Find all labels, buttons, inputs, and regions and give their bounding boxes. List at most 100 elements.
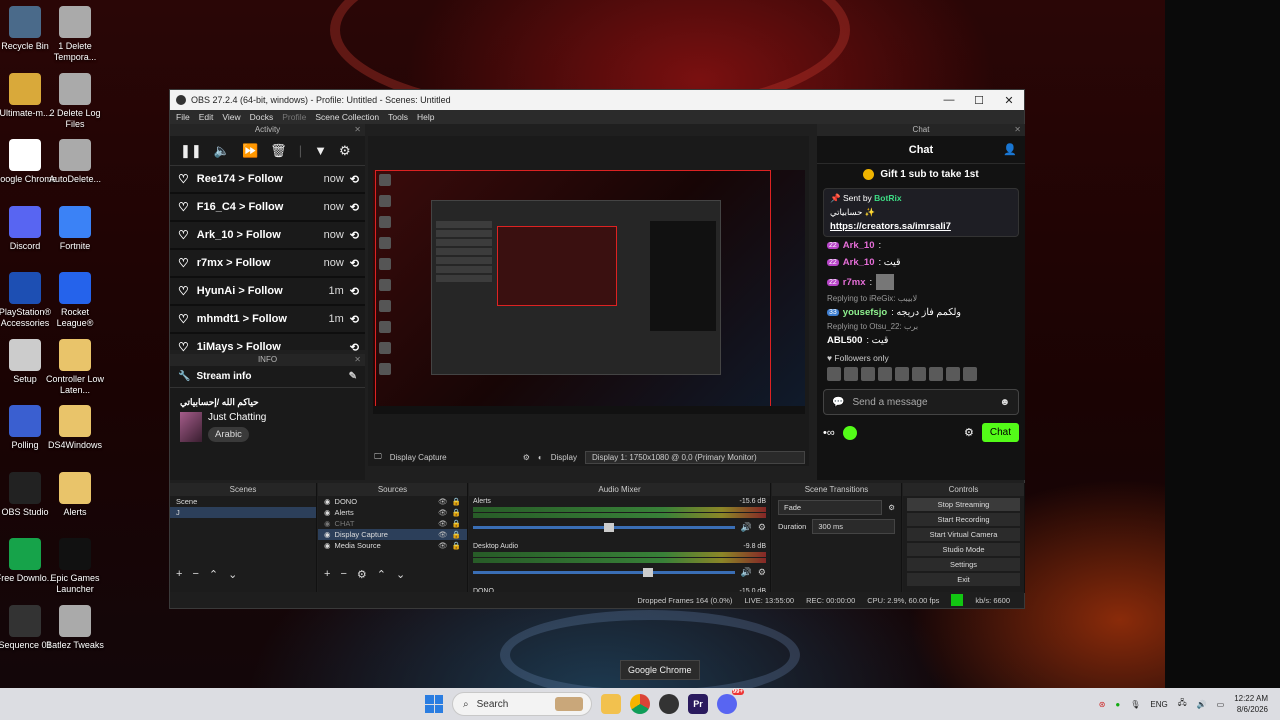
source-item[interactable]: ◉ Alerts 👁 🔒 — [318, 507, 467, 518]
tray-status-icon[interactable]: ● — [1115, 700, 1120, 709]
desktop-icon[interactable]: Rocket League® — [43, 272, 107, 329]
track-gear-icon[interactable]: ⚙ — [758, 522, 766, 533]
track-gear-icon[interactable]: ⚙ — [758, 567, 766, 578]
lock-icon[interactable]: 🔒 — [452, 530, 461, 539]
minimize-button[interactable]: — — [934, 94, 964, 107]
clock[interactable]: 12:22 AM 8/6/2026 — [1234, 693, 1268, 715]
volume-knob[interactable] — [603, 523, 614, 532]
move-up-icon[interactable]: ⌃ — [377, 568, 386, 581]
skip-icon[interactable]: ⏩ — [242, 143, 258, 159]
speaker-icon[interactable]: 🔊 — [1197, 700, 1207, 709]
menu-scene-collection[interactable]: Scene Collection — [315, 112, 379, 122]
activity-item[interactable]: ♡ r7mx > Follow now ⟲ — [170, 250, 365, 278]
maximize-button[interactable]: ☐ — [964, 94, 994, 107]
gear-icon[interactable]: ⚙ — [339, 143, 351, 159]
move-down-icon[interactable]: ⌄ — [228, 568, 237, 581]
exit-button[interactable]: Exit — [907, 573, 1020, 586]
activity-item[interactable]: ♡ HyunAi > Follow 1m ⟲ — [170, 278, 365, 306]
volume-knob[interactable] — [643, 568, 654, 577]
premiere-icon[interactable]: Pr — [688, 694, 708, 714]
visibility-eye-icon[interactable]: 👁 — [438, 497, 448, 506]
visibility-eye-icon[interactable]: 👁 — [438, 530, 448, 539]
source-item[interactable]: ◉ Media Source 👁 🔒 — [318, 540, 467, 551]
menu-view[interactable]: View — [222, 112, 240, 122]
dock-close-icon[interactable]: ✕ — [1014, 124, 1021, 136]
desktop-icon[interactable]: 1 Delete Tempora... — [43, 6, 107, 63]
close-button[interactable]: ✕ — [994, 94, 1024, 107]
duration-input[interactable]: 300 ms — [812, 519, 895, 534]
activity-item[interactable]: ♡ Ark_10 > Follow now ⟲ — [170, 222, 365, 250]
replay-icon[interactable]: ⟲ — [350, 341, 359, 354]
network-icon[interactable]: 🖧 — [1178, 697, 1187, 711]
emote-bar[interactable] — [817, 367, 1025, 381]
lock-icon[interactable]: 🔒 — [452, 508, 461, 517]
replay-icon[interactable]: ⟲ — [350, 173, 359, 186]
lock-icon[interactable]: 🔒 — [452, 541, 461, 550]
send-chat-button[interactable]: Chat — [981, 423, 1019, 442]
speaker-icon[interactable]: 🔊 — [741, 567, 752, 578]
speaker-icon[interactable]: 🔊 — [741, 522, 752, 533]
dock-close-icon[interactable]: ✕ — [354, 124, 361, 136]
move-up-icon[interactable]: ⌃ — [209, 568, 218, 581]
desktop-icon[interactable]: AutoDelete... — [43, 139, 107, 185]
source-item[interactable]: ◉ CHAT 👁 🔒 — [318, 518, 467, 529]
add-icon[interactable]: + — [324, 568, 330, 581]
volume-slider[interactable] — [473, 568, 735, 577]
source-item[interactable]: ◉ Display Capture 👁 🔒 — [318, 529, 467, 540]
pinned-link[interactable]: https://creators.sa/imrsali7 — [830, 221, 1012, 232]
replay-icon[interactable]: ⟲ — [350, 285, 359, 298]
discord-taskbar-icon[interactable]: 99+ — [717, 689, 744, 714]
transition-select[interactable]: Fade — [778, 500, 883, 515]
add-icon[interactable]: + — [176, 568, 182, 581]
desktop-icon[interactable]: Epic Games Launcher — [43, 538, 107, 595]
menu-file[interactable]: File — [176, 112, 190, 122]
pause-icon[interactable]: ❚❚ — [180, 143, 202, 159]
preview-area[interactable]: 🖵 Display Capture ⚙ ◐ Display Display 1:… — [368, 136, 809, 466]
scene-item[interactable]: Scene — [170, 496, 316, 507]
taskbar-search[interactable]: ⌕ Search — [452, 692, 592, 716]
microphone-icon[interactable]: 🎙 — [1130, 700, 1140, 709]
file-explorer-icon[interactable] — [601, 694, 621, 714]
chat-input[interactable]: 💬 Send a message ☻ — [823, 389, 1019, 415]
lock-icon[interactable]: 🔒 — [452, 519, 461, 528]
source-item[interactable]: ◉ DONO 👁 🔒 — [318, 496, 467, 507]
battery-icon[interactable]: ▭ — [1217, 700, 1225, 709]
menu-tools[interactable]: Tools — [388, 112, 408, 122]
lock-icon[interactable]: 🔒 — [452, 497, 461, 506]
windows-start-icon[interactable] — [425, 695, 443, 713]
start-recording-button[interactable]: Start Recording — [907, 513, 1020, 526]
replay-icon[interactable]: ⟲ — [350, 257, 359, 270]
settings-button[interactable]: Settings — [907, 558, 1020, 571]
desktop-icon[interactable]: Batlez Tweaks — [43, 604, 107, 651]
desktop-icon[interactable]: DS4Windows — [43, 405, 107, 451]
activity-item[interactable]: ♡ F16_C4 > Follow now ⟲ — [170, 194, 365, 222]
dock-close-icon[interactable]: ✕ — [354, 354, 361, 366]
desktop-icon[interactable]: Controller Low Laten... — [43, 338, 107, 396]
volume-icon[interactable]: 🔈 — [214, 143, 230, 159]
replay-icon[interactable]: ⟲ — [350, 201, 359, 214]
language-indicator[interactable]: ENG — [1150, 700, 1167, 709]
gift-sub-banner[interactable]: Gift 1 sub to take 1st — [817, 164, 1025, 184]
volume-slider[interactable] — [473, 523, 735, 532]
filters-icon[interactable]: ◐ — [538, 453, 543, 462]
move-down-icon[interactable]: ⌄ — [396, 568, 405, 581]
properties-gear-icon[interactable]: ⚙ — [523, 453, 530, 462]
menu-help[interactable]: Help — [417, 112, 434, 122]
emoji-picker-icon[interactable]: ☻ — [999, 397, 1010, 408]
visibility-eye-icon[interactable]: 👁 — [438, 519, 448, 528]
activity-item[interactable]: ♡ Ree174 > Follow now ⟲ — [170, 166, 365, 194]
preview-canvas[interactable] — [373, 170, 805, 414]
obs-taskbar-icon[interactable] — [659, 694, 679, 714]
tray-app-icon[interactable]: ⊛ — [1099, 700, 1106, 709]
gear-icon[interactable]: ⚙ — [357, 568, 367, 581]
infinity-icon[interactable]: •∞ — [823, 427, 835, 439]
studio-mode-button[interactable]: Studio Mode — [907, 543, 1020, 556]
remove-icon[interactable]: − — [192, 568, 198, 581]
desktop-icon[interactable]: 2 Delete Log Files — [43, 72, 107, 130]
visibility-eye-icon[interactable]: 👁 — [438, 508, 448, 517]
activity-item[interactable]: ♡ mhmdt1 > Follow 1m ⟲ — [170, 306, 365, 334]
scene-item[interactable]: J — [170, 507, 316, 518]
desktop-icon[interactable]: Fortnite — [43, 205, 107, 252]
replay-icon[interactable]: ⟲ — [350, 313, 359, 326]
stop-streaming-button[interactable]: Stop Streaming — [907, 498, 1020, 511]
